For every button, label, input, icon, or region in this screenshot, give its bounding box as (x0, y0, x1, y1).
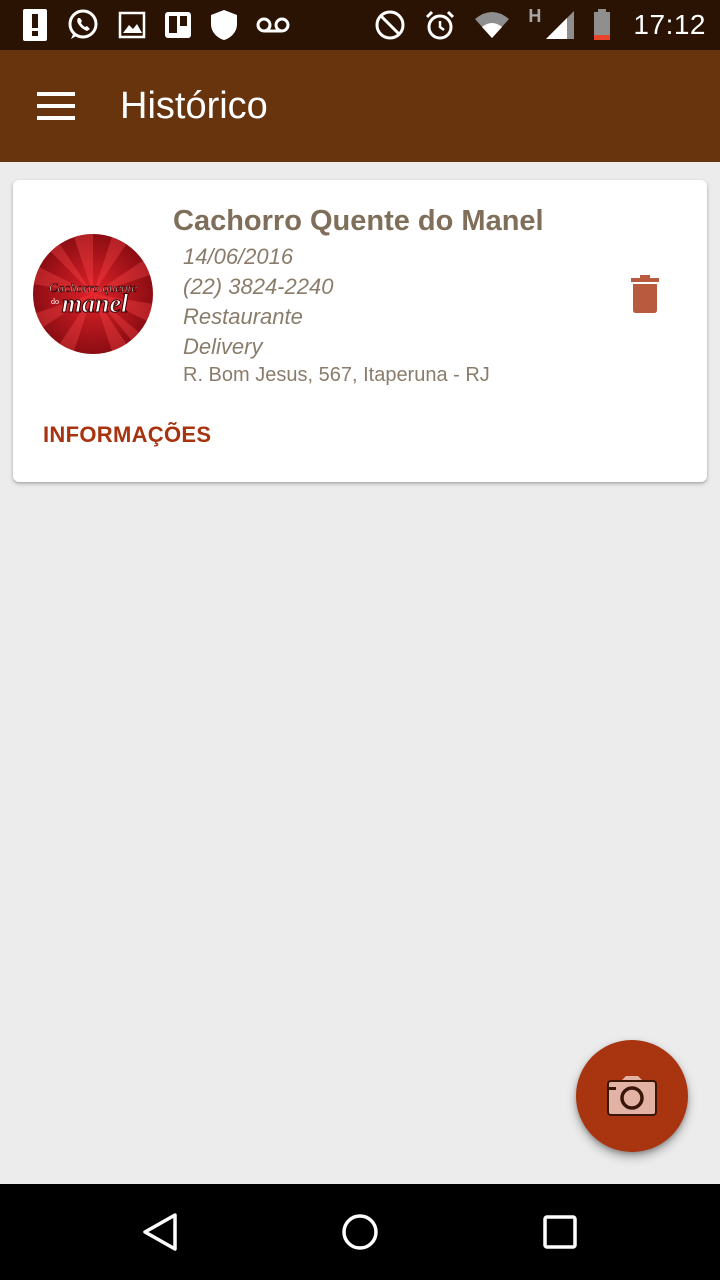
logo-text-main: manel (62, 289, 129, 318)
voicemail-icon (256, 17, 290, 33)
recents-icon (543, 1215, 577, 1249)
page-title: Histórico (120, 84, 268, 127)
trello-icon (165, 12, 191, 38)
restaurant-phone: (22) 3824-2240 (183, 274, 334, 299)
back-button[interactable] (124, 1196, 196, 1268)
visit-date: 14/06/2016 (183, 244, 294, 269)
app-bar: Histórico (0, 50, 720, 162)
shield-icon (211, 10, 237, 40)
restaurant-service: Delivery (183, 334, 263, 359)
alert-icon (23, 9, 47, 41)
info-button[interactable]: INFORMAÇÕES (43, 422, 211, 448)
back-icon (143, 1213, 177, 1251)
recents-button[interactable] (524, 1196, 596, 1268)
delete-button[interactable] (619, 268, 671, 320)
home-icon (342, 1214, 378, 1250)
restaurant-name: Cachorro Quente do Manel (173, 205, 544, 237)
restaurant-address: R. Bom Jesus, 567, Itaperuna - RJ (183, 364, 490, 386)
history-card[interactable]: Cachorro quente do manel Cachorro Quente… (13, 180, 707, 482)
navigation-bar (0, 1184, 720, 1280)
whatsapp-icon (68, 9, 98, 39)
camera-icon (607, 1076, 657, 1116)
alarm-icon (426, 10, 455, 40)
status-bar: H 17:12 (0, 0, 720, 50)
home-button[interactable] (324, 1196, 396, 1268)
hamburger-menu-icon (37, 92, 75, 120)
camera-fab-button[interactable] (576, 1040, 688, 1152)
trash-icon (631, 275, 659, 313)
network-type-label: H (528, 5, 542, 26)
battery-icon (594, 9, 611, 40)
do-not-disturb-icon (375, 10, 405, 40)
signal-icon (546, 11, 575, 39)
menu-button[interactable] (0, 50, 112, 162)
image-icon (118, 11, 146, 39)
status-clock: 17:12 (633, 9, 706, 40)
restaurant-logo: Cachorro quente do manel (33, 234, 153, 354)
logo-text-small: do (51, 297, 59, 306)
restaurant-category: Restaurante (183, 304, 303, 329)
wifi-icon (475, 12, 510, 38)
